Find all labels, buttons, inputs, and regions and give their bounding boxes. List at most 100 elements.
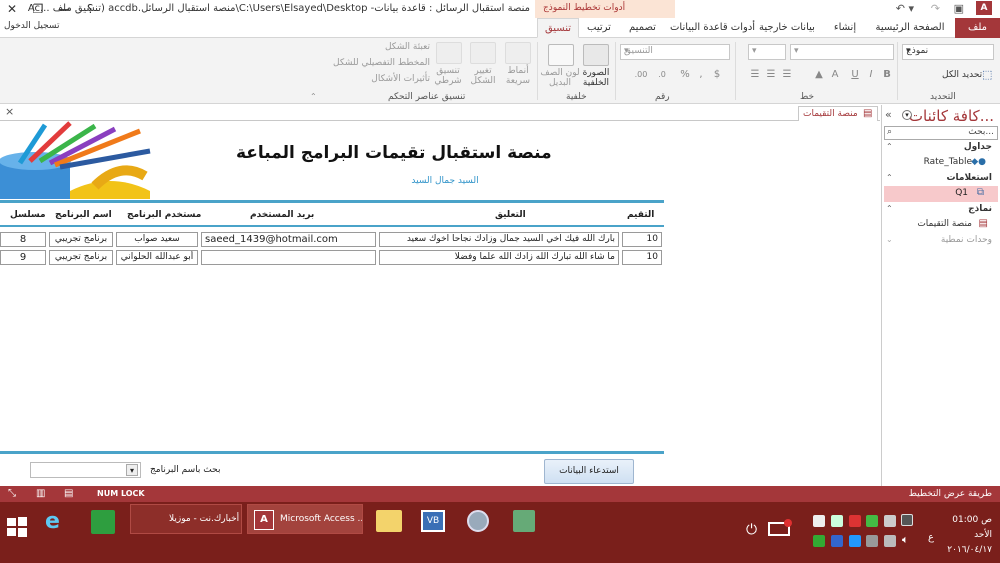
cell-user-email[interactable]: saeed_1439@hotmail.com [201, 232, 376, 247]
background-image-button[interactable]: الصورة الخلفية [578, 68, 614, 88]
change-shape-icon[interactable] [470, 42, 496, 64]
nav-pane-title[interactable]: كافة كائنات... [909, 107, 994, 125]
font-name-combo[interactable]: ▾ [790, 44, 894, 60]
quick-styles-icon[interactable] [505, 42, 531, 64]
bold-icon[interactable]: B [880, 68, 894, 82]
nav-item-ratings-form[interactable]: منصة التقيمات [917, 219, 972, 229]
collapse-ribbon-icon[interactable]: ⌃ [310, 92, 317, 101]
tab-file[interactable]: ملف [955, 18, 1000, 38]
clock-day[interactable]: الأحد [948, 530, 992, 540]
font-color-icon[interactable]: A [828, 68, 842, 82]
document-tab[interactable]: منصة التقيمات ▤ [798, 106, 878, 121]
close-document-button[interactable]: × [5, 105, 14, 118]
app-shortcut-icon[interactable] [467, 510, 489, 532]
percent-icon[interactable]: % [678, 68, 692, 82]
quick-styles-button[interactable]: أنماط سريعة [500, 66, 536, 86]
clock-date[interactable]: ٢٠١٦/٠٤/١٧ [936, 545, 992, 555]
tab-database-tools[interactable]: أدوات قاعدة البيانات [670, 18, 755, 38]
alternate-row-color-button[interactable]: لون الصف البديل [540, 68, 580, 88]
change-shape-button[interactable]: تغيير الشكل [465, 66, 501, 86]
nav-section-forms[interactable]: نماذج [968, 204, 992, 214]
font-size-combo[interactable]: ▾ [748, 44, 786, 60]
nav-section-modules[interactable]: وحدات نمطية [941, 235, 992, 245]
undo-icon[interactable]: ↶ ▾ [896, 2, 914, 15]
tray-app-icon[interactable] [813, 535, 825, 547]
volume-icon[interactable]: 🔈︎ [902, 533, 909, 547]
tab-format[interactable]: تنسيق [537, 18, 579, 38]
nav-search-field[interactable]: بحث... ⌕ [884, 126, 998, 140]
cell-program-user[interactable]: سعيد صواب [116, 232, 198, 247]
cell-rating[interactable]: 10 [622, 232, 662, 247]
align-center-icon[interactable]: ☰ [764, 68, 778, 82]
clock-time[interactable]: 01:00 ص [948, 515, 992, 525]
file-explorer-icon[interactable] [376, 510, 402, 532]
collapse-section-icon[interactable]: ⌃ [886, 142, 893, 151]
tray-app-icon[interactable] [813, 515, 825, 527]
tab-arrange[interactable]: ترتيب [580, 18, 618, 38]
design-view-icon[interactable]: ▥ [36, 488, 45, 499]
network-icon[interactable] [866, 535, 878, 547]
save-icon[interactable]: ▣ [954, 2, 964, 15]
comma-style-icon[interactable]: , [694, 68, 708, 82]
shape-fill-button[interactable]: تعبئة الشكل [350, 42, 430, 52]
conditional-format-icon[interactable] [436, 42, 462, 64]
cell-program-name[interactable]: برنامج تجريبي [49, 250, 113, 265]
highlight-icon[interactable]: ▲ [812, 68, 826, 82]
collapse-section-icon[interactable]: ⌃ [886, 173, 893, 182]
store-icon[interactable] [91, 510, 115, 534]
background-image-icon[interactable] [583, 44, 609, 66]
taskbar-firefox[interactable]: أخبارك.نت - موزيلا ... [130, 504, 242, 534]
nav-item-rate-table[interactable]: Rate_Table [924, 157, 972, 167]
align-left-icon[interactable]: ☰ [748, 68, 762, 82]
decrease-decimal-icon[interactable]: .00 [634, 68, 648, 82]
cell-program-name[interactable]: برنامج تجريبي [49, 232, 113, 247]
taskbar-access[interactable]: A Microsoft Access ... [247, 504, 363, 534]
windows-start-icon[interactable] [6, 516, 28, 538]
tray-app-icon[interactable] [849, 535, 861, 547]
tray-app-icon[interactable] [884, 515, 896, 527]
align-right-icon[interactable]: ☰ [780, 68, 794, 82]
currency-icon[interactable]: $ [710, 68, 724, 82]
cell-program-user[interactable]: أبو عبدالله الحلواني [116, 250, 198, 265]
tray-app-icon[interactable] [884, 535, 896, 547]
expand-section-icon[interactable]: ⌄ [886, 235, 893, 244]
shape-effects-button[interactable]: تأثيرات الأشكال [340, 74, 430, 84]
input-language-indicator[interactable]: ع [928, 532, 934, 543]
cell-comment[interactable]: بارك الله فيك اخي السيد جمال وزادك نجاحا… [379, 232, 619, 247]
tray-app-icon[interactable] [866, 515, 878, 527]
nav-menu-chevron-icon[interactable]: ▾ [902, 110, 912, 120]
cell-user-email[interactable] [201, 250, 376, 265]
number-format-combo[interactable]: التنسيق ▾ [620, 44, 730, 60]
italic-icon[interactable]: I [864, 68, 878, 82]
tab-external-data[interactable]: بيانات خارجية [752, 18, 822, 38]
redo-icon[interactable]: ↷ [931, 2, 940, 15]
tab-create[interactable]: إنشاء [825, 18, 865, 38]
shape-outline-button[interactable]: المخطط التفصيلي للشكل [310, 58, 430, 68]
collapse-pane-icon[interactable]: « [885, 108, 892, 121]
vb-editor-icon[interactable]: VB [421, 510, 445, 532]
nav-section-queries[interactable]: استعلامات [946, 173, 992, 183]
increase-decimal-icon[interactable]: .0 [655, 68, 669, 82]
close-button[interactable]: ✕ [0, 0, 24, 18]
tray-app-icon[interactable] [831, 535, 843, 547]
cell-comment[interactable]: ما شاء الله تبارك الله زادك الله علما وف… [379, 250, 619, 265]
tray-app-icon[interactable] [831, 515, 843, 527]
tools-icon[interactable] [513, 510, 535, 532]
cell-rating[interactable]: 10 [622, 250, 662, 265]
nav-section-tables[interactable]: جداول [964, 142, 992, 152]
tab-design[interactable]: تصميم [620, 18, 665, 38]
power-plug-icon[interactable]: ⏻ [746, 522, 757, 538]
cell-serial[interactable]: 9 [0, 250, 46, 265]
underline-icon[interactable]: U [848, 68, 862, 82]
monitor-icon[interactable] [901, 514, 913, 526]
alternate-row-color-icon[interactable] [548, 44, 574, 66]
tray-app-icon[interactable] [849, 515, 861, 527]
conditional-format-button[interactable]: تنسيق شرطي [430, 66, 466, 86]
object-selector-combo[interactable]: نموذج ▾ [902, 44, 994, 60]
form-view-icon[interactable]: ▤ [64, 488, 73, 499]
collapse-section-icon[interactable]: ⌃ [886, 204, 893, 213]
select-all-button[interactable]: تحديد الكل [942, 70, 982, 80]
chevron-down-icon[interactable]: ▾ [126, 464, 138, 476]
tab-home[interactable]: الصفحة الرئيسية [870, 18, 950, 38]
program-search-combo[interactable]: ▾ [30, 462, 141, 478]
